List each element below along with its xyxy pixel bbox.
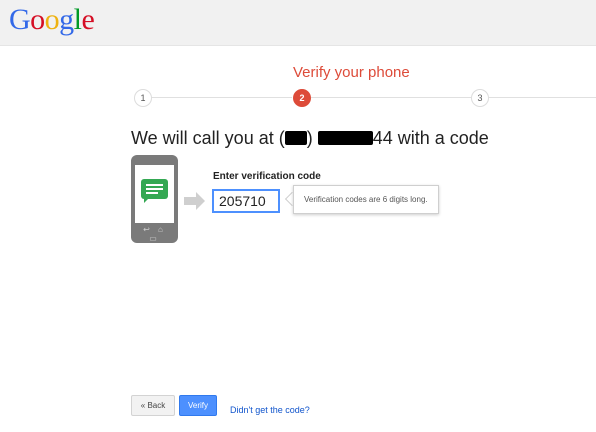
verification-code-input[interactable] — [212, 189, 280, 213]
logo-letter: l — [73, 3, 82, 36]
logo-letter: G — [9, 3, 31, 36]
phone-illustration: ↩ ⌂ ▭ — [131, 155, 178, 243]
logo-letter: g — [59, 3, 74, 36]
headline-prefix: We will call you at ( — [131, 128, 285, 148]
headline-mid: ) — [306, 128, 318, 148]
arrow-right-icon — [184, 197, 196, 205]
step-1-indicator: 1 — [134, 89, 152, 107]
progress-line — [148, 97, 292, 98]
step-2-indicator: 2 — [293, 89, 311, 107]
redacted-area-code — [284, 131, 307, 145]
didnt-get-code-link[interactable]: Didn't get the code? — [230, 405, 310, 415]
header-bar: Google — [0, 0, 596, 46]
arrow-right-icon-head — [196, 192, 205, 210]
progress-line — [311, 97, 471, 98]
redacted-phone-number — [317, 131, 373, 145]
verify-button[interactable]: Verify — [179, 395, 217, 416]
headline-suffix: 44 with a code — [372, 128, 489, 148]
verification-tooltip: Verification codes are 6 digits long. — [293, 185, 439, 214]
phone-screen — [135, 165, 174, 223]
logo-letter: o — [30, 3, 45, 36]
call-notice-heading: We will call you at () 44 with a code — [131, 128, 489, 149]
message-line — [146, 184, 163, 186]
logo-letter: e — [81, 3, 95, 36]
verification-code-label: Enter verification code — [213, 171, 321, 182]
message-line — [146, 192, 158, 194]
step-title: Verify your phone — [293, 64, 410, 81]
logo-letter: o — [44, 3, 60, 36]
progress-line — [489, 97, 596, 98]
message-line — [146, 188, 163, 190]
phone-nav-keys: ↩ ⌂ ▭ — [143, 225, 166, 243]
back-button[interactable]: « Back — [131, 395, 175, 416]
message-tail — [144, 198, 149, 203]
google-logo[interactable]: Google — [9, 3, 95, 37]
message-icon — [141, 179, 168, 199]
step-3-indicator: 3 — [471, 89, 489, 107]
